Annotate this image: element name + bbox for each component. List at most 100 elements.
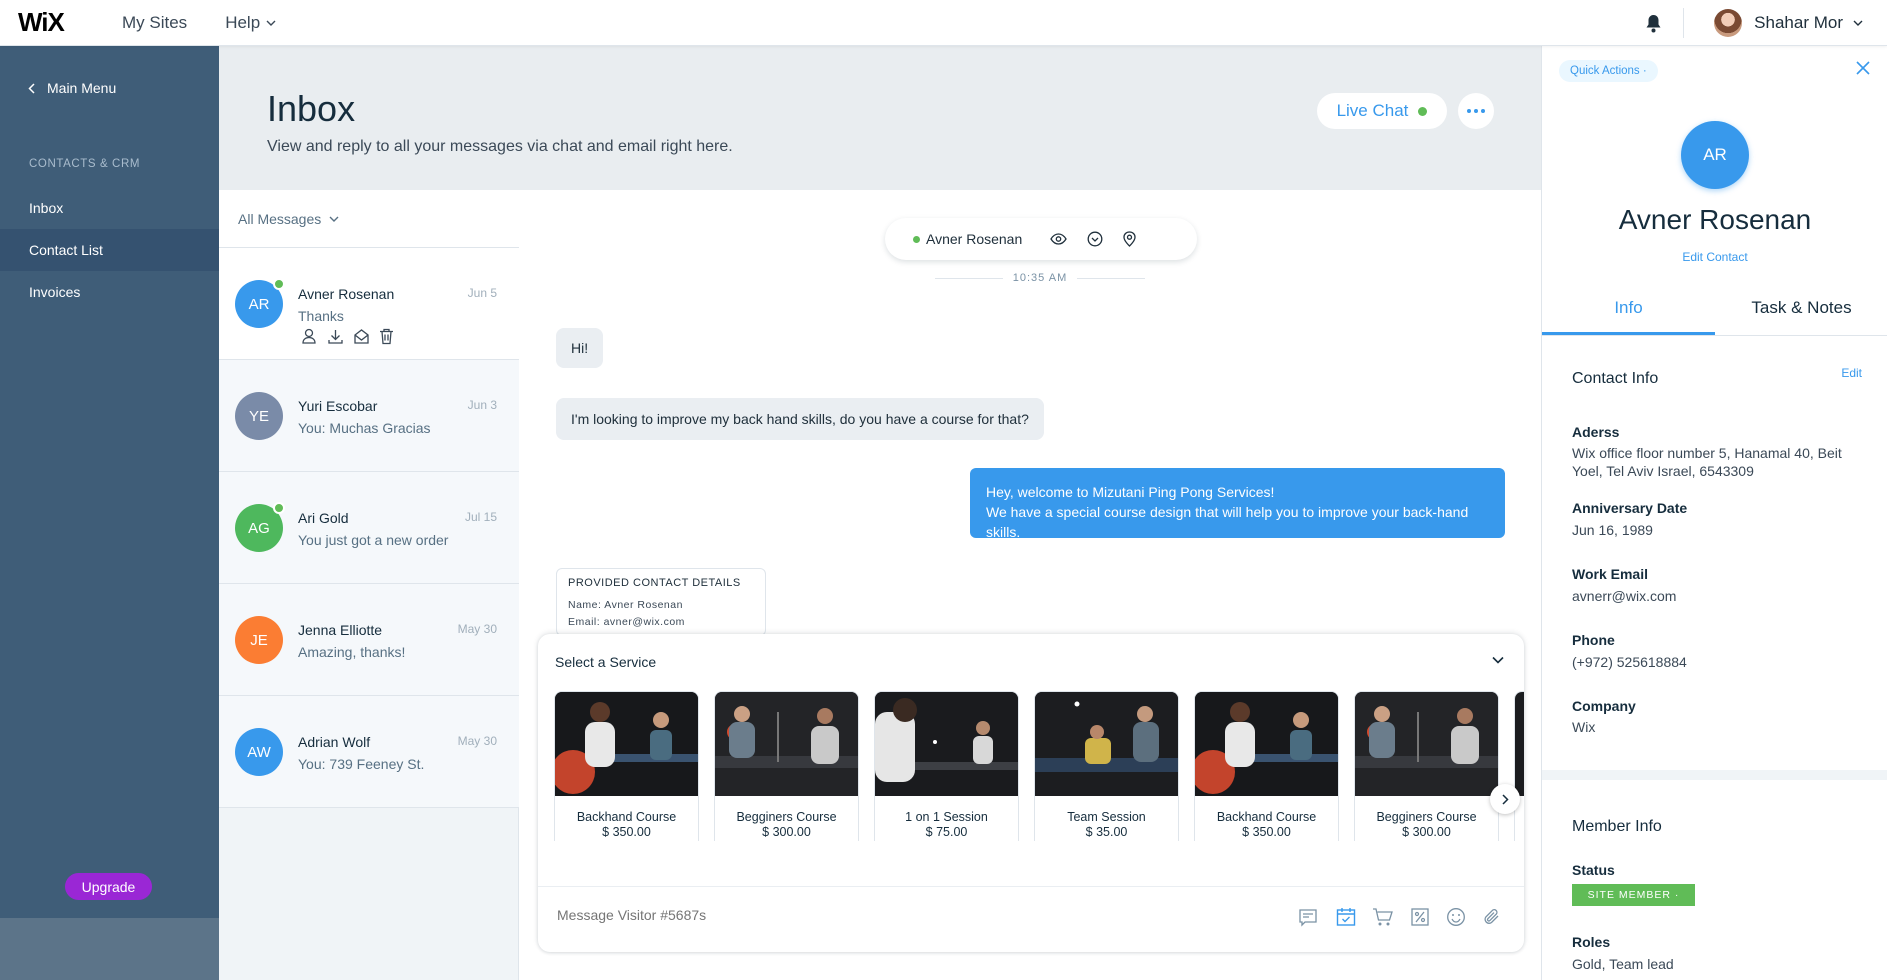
field-value: (+972) 525618884 [1572, 654, 1687, 670]
conversation-list: All Messages AR Avner Rosenan Thanks Jun… [219, 190, 519, 980]
mark-read-icon[interactable] [353, 328, 370, 345]
sidebar-item-invoices[interactable]: Invoices [0, 271, 219, 313]
incoming-message: I'm looking to improve my back hand skil… [556, 398, 1044, 440]
contact-name: Avner Rosenan [1618, 204, 1812, 235]
field-label: Roles [1572, 934, 1611, 950]
user-avatar[interactable] [1714, 9, 1743, 37]
chevron-down-icon[interactable] [1492, 656, 1504, 664]
service-image [1355, 692, 1498, 796]
service-price: $ 75.00 [925, 825, 968, 839]
cart-icon[interactable] [1372, 907, 1394, 927]
service-name: Begginers Course [736, 810, 837, 824]
service-image [1515, 692, 1524, 796]
page-subtitle: View and reply to all your messages via … [267, 138, 733, 155]
message-composer [538, 886, 1524, 952]
trash-icon[interactable] [379, 328, 394, 345]
contact-avatar: AR [1681, 121, 1749, 189]
incoming-message: Hi! [556, 328, 604, 368]
next-services-button[interactable] [1490, 784, 1520, 814]
service-price: $ 35.00 [1085, 825, 1128, 839]
help-menu[interactable]: Help [225, 13, 276, 33]
conversation-name: Avner Rosenan [298, 286, 395, 302]
service-name: Backhand Course [1216, 810, 1317, 824]
conversation-name: Jenna Elliotte [298, 622, 383, 638]
close-icon[interactable] [1856, 61, 1870, 75]
chevron-right-icon [1501, 793, 1509, 805]
edit-contact-info-link[interactable]: Edit [1841, 366, 1862, 380]
service-card[interactable] [1514, 691, 1524, 841]
outgoing-message: Hey, welcome to Mizutani Ping Pong Servi… [970, 468, 1505, 540]
conversation-item[interactable]: AG Ari Gold You just got a new order Jul… [219, 472, 519, 584]
conversation-item[interactable]: AW Adrian Wolf You: 739 Feeney St. May 3… [219, 696, 519, 808]
service-image [875, 692, 1018, 796]
live-chat-button[interactable]: Live Chat [1317, 93, 1447, 129]
assign-user-icon[interactable] [301, 328, 318, 345]
upgrade-button[interactable]: Upgrade [65, 873, 152, 900]
tab-task-notes[interactable]: Task & Notes [1715, 282, 1887, 335]
messages-filter-dropdown[interactable]: All Messages [219, 190, 519, 248]
service-name: 1 on 1 Session [905, 810, 988, 824]
field-value: avnerr@wix.com [1572, 588, 1677, 604]
visitor-header: Avner Rosenan [885, 218, 1197, 260]
quick-actions-button[interactable]: Quick Actions · [1559, 60, 1658, 82]
composer-toolbar [1298, 907, 1502, 927]
sidebar-item-contact-list[interactable]: Contact List [0, 229, 219, 271]
message-timestamp: 10:35 AM [935, 272, 1146, 284]
online-status-dot [913, 235, 920, 243]
timestamp-text: 10:35 AM [1012, 272, 1068, 284]
sidebar-item-label: Invoices [29, 284, 81, 300]
conversation-item[interactable]: YE Yuri Escobar You: Muchas Gracias Jun … [219, 360, 519, 472]
ellipsis-icon [1467, 109, 1485, 113]
main-menu-link[interactable]: Main Menu [28, 80, 116, 96]
chevron-down-icon[interactable] [1853, 20, 1863, 26]
message-input[interactable] [557, 907, 1057, 923]
location-pin-icon[interactable] [1123, 231, 1136, 247]
service-card[interactable]: Begginers Course $ 300.00 COURSE [714, 691, 859, 841]
edit-contact-link[interactable]: Edit Contact [1542, 250, 1887, 264]
sidebar-item-label: Inbox [29, 200, 64, 216]
conversation-preview: You: Muchas Gracias [298, 420, 431, 436]
notifications-bell-icon[interactable] [1623, 14, 1683, 33]
chevron-down-icon [266, 20, 276, 26]
details-title: PROVIDED CONTACT DETAILS [568, 577, 741, 589]
service-price: $ 300.00 [762, 825, 811, 839]
message-line: Hey, welcome to Mizutani Ping Pong Servi… [986, 484, 1275, 500]
chevron-circle-icon[interactable] [1087, 231, 1103, 247]
service-card[interactable]: Begginers Course $ 300.00 COURSE [1354, 691, 1499, 841]
service-card[interactable]: Team Session $ 35.00 SERVICE [1034, 691, 1179, 841]
emoji-icon[interactable] [1446, 907, 1466, 927]
conversation-item[interactable]: JE Jenna Elliotte Amazing, thanks! May 3… [219, 584, 519, 696]
conversation-name: Ari Gold [298, 510, 349, 526]
conversation-preview: Amazing, thanks! [298, 644, 406, 660]
template-message-icon[interactable] [1298, 907, 1320, 927]
more-actions-button[interactable] [1458, 93, 1494, 129]
tab-info[interactable]: Info [1542, 282, 1715, 335]
sidebar-footer [0, 918, 219, 980]
service-cards: Backhand Course $ 350.00 COURSE Begginer… [554, 691, 1524, 841]
conversation-preview: Thanks [298, 308, 344, 324]
field-label: Anniversary Date [1572, 500, 1688, 516]
user-name[interactable]: Shahar Mor [1754, 13, 1843, 33]
contact-info-title: Contact Info [1572, 370, 1659, 387]
service-image [715, 692, 858, 796]
top-bar: WiX My Sites Help Shahar Mor [0, 0, 1887, 46]
sidebar-item-inbox[interactable]: Inbox [0, 187, 219, 229]
wix-logo[interactable]: WiX [18, 7, 104, 38]
eye-icon[interactable] [1050, 233, 1068, 245]
booking-calendar-icon[interactable] [1336, 907, 1356, 927]
conversation-item[interactable]: AR Avner Rosenan Thanks Jun 5 [219, 248, 519, 360]
my-sites-link[interactable]: My Sites [122, 13, 187, 33]
service-image [1035, 692, 1178, 796]
conversation-actions [301, 328, 394, 345]
service-price: $ 300.00 [1402, 825, 1451, 839]
download-icon[interactable] [327, 328, 344, 345]
field-label: Status [1572, 862, 1615, 878]
member-info-card: Member Info Status SITE MEMBER · Roles G… [1542, 780, 1887, 980]
service-card[interactable]: 1 on 1 Session $ 75.00 SERVICE [874, 691, 1019, 841]
service-card[interactable]: Backhand Course $ 350.00 COURSE [1194, 691, 1339, 841]
status-badge[interactable]: SITE MEMBER · [1572, 884, 1695, 906]
attachment-icon[interactable] [1482, 907, 1502, 927]
coupon-icon[interactable] [1410, 907, 1430, 927]
service-card[interactable]: Backhand Course $ 350.00 COURSE [554, 691, 699, 841]
visitor-name-group: Avner Rosenan [913, 231, 1022, 247]
